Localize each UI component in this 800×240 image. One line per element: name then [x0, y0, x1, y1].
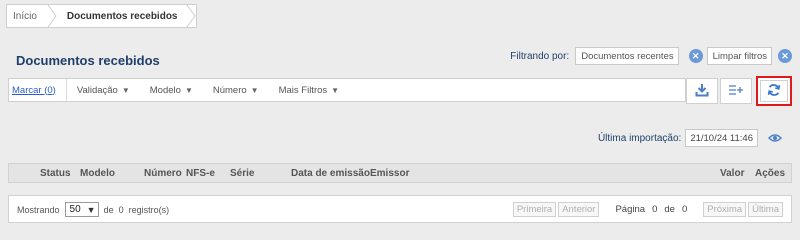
chevron-down-icon: ▼	[250, 85, 259, 95]
breadcrumb-current-label: Documentos recebidos	[66, 10, 178, 22]
filter-modelo-label[interactable]: Modelo	[150, 85, 181, 96]
eye-icon[interactable]	[768, 133, 782, 143]
chevron-down-icon: ▼	[184, 85, 193, 95]
pagination: Primeira Anterior Página 0 de 0 Próxima …	[512, 202, 783, 217]
columns-button[interactable]	[720, 78, 752, 104]
more-filters-label[interactable]: Mais Filtros	[279, 85, 328, 96]
column-valor[interactable]: Valor	[720, 168, 744, 179]
column-modelo[interactable]: Modelo	[80, 168, 115, 179]
filter-chip-label: Documentos recentes	[581, 50, 674, 62]
filter-label: Filtrando por:	[510, 50, 570, 62]
column-nfse[interactable]: NFS-e	[186, 168, 215, 179]
active-filters: Filtrando por: Documentos recentes ✕ Lim…	[510, 47, 792, 65]
records-label: registro(s)	[128, 204, 170, 215]
filter-toolbar: Marcar (0) Validação ▼ Modelo ▼ Número ▼…	[8, 78, 686, 102]
chevron-down-icon: ▼	[121, 85, 130, 95]
remove-filter-icon[interactable]: ✕	[688, 49, 703, 63]
breadcrumb-end-icon	[186, 5, 196, 27]
current-page: 0	[652, 204, 658, 215]
last-page-button[interactable]: Última	[748, 202, 783, 217]
table-footer: Mostrando 50 ▼ de 0 registro(s) Primeira…	[8, 195, 792, 223]
breadcrumb-separator-icon	[47, 5, 57, 27]
download-icon	[695, 83, 709, 100]
next-page-button[interactable]: Próxima	[703, 202, 747, 217]
mark-link[interactable]: Marcar (0)	[9, 79, 67, 101]
filter-numero-label[interactable]: Número	[213, 85, 247, 96]
clear-filters-label[interactable]: Limpar filtros	[713, 51, 767, 62]
column-serie[interactable]: Série	[230, 168, 254, 179]
total-pages: 0	[681, 204, 688, 215]
breadcrumb-current: Documentos recebidos	[57, 5, 186, 27]
previous-page-button[interactable]: Anterior	[558, 202, 600, 217]
clear-filters-button[interactable]: Limpar filtros	[706, 47, 772, 65]
breadcrumb: Início Documentos recebidos	[6, 4, 197, 28]
page-of-label: de	[664, 204, 675, 215]
column-acoes: Ações	[755, 168, 786, 179]
page-label: Página	[615, 204, 646, 215]
column-numero[interactable]: Número	[144, 168, 182, 179]
filter-modelo-dropdown[interactable]: Modelo ▼	[140, 85, 203, 96]
first-page-button[interactable]: Primeira	[512, 202, 557, 217]
last-import: Última importação: 21/10/24 11:46	[598, 129, 782, 147]
page-size-value[interactable]: 50	[70, 204, 81, 215]
table-header: Status Modelo Número NFS-e Série Data de…	[8, 163, 792, 183]
of-label: de	[103, 204, 114, 215]
more-filters-dropdown[interactable]: Mais Filtros ▼	[269, 85, 349, 96]
showing-label: Mostrando	[17, 204, 60, 215]
column-emissor[interactable]: Emissor	[370, 168, 409, 179]
refresh-icon	[767, 83, 781, 100]
page-title: Documentos recebidos	[16, 53, 160, 68]
columns-add-icon	[728, 84, 744, 99]
filter-validacao-dropdown[interactable]: Validação ▼	[67, 85, 140, 96]
refresh-button[interactable]	[756, 76, 792, 106]
breadcrumb-home-label[interactable]: Início	[13, 11, 37, 22]
chevron-down-icon: ▼	[86, 204, 96, 215]
filter-numero-dropdown[interactable]: Número ▼	[203, 85, 269, 96]
chevron-down-icon: ▼	[331, 85, 340, 95]
filter-chip-recent: Documentos recentes	[575, 47, 679, 65]
clear-filters-icon[interactable]: ✕	[778, 49, 792, 63]
column-data-emissao[interactable]: Data de emissão	[291, 168, 370, 179]
refresh-button-inner[interactable]	[760, 80, 788, 102]
last-import-label: Última importação:	[597, 132, 682, 144]
page-size-control: Mostrando 50 ▼ de 0 registro(s)	[17, 202, 169, 217]
download-button[interactable]	[686, 78, 718, 104]
breadcrumb-home[interactable]: Início	[7, 5, 47, 27]
total-records: 0	[118, 204, 124, 215]
filter-validacao-label[interactable]: Validação	[77, 85, 118, 96]
last-import-value: 21/10/24 11:46	[685, 129, 758, 147]
page-info: Página 0 de 0	[601, 204, 701, 215]
column-status[interactable]: Status	[40, 168, 71, 179]
page-size-select[interactable]: 50 ▼	[64, 202, 99, 217]
